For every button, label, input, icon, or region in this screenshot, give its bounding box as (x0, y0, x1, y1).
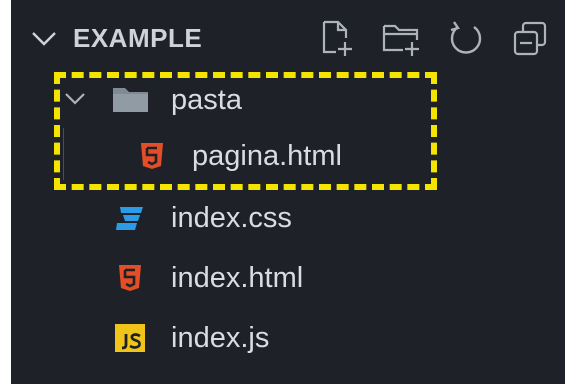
html5-icon (119, 265, 141, 291)
refresh-button[interactable] (446, 18, 486, 58)
new-file-button[interactable] (316, 18, 356, 58)
javascript-icon (115, 324, 145, 352)
chevron-down-icon[interactable] (31, 28, 57, 50)
tree-item-pagina-html[interactable]: pagina.html (11, 128, 565, 184)
new-folder-icon (382, 24, 419, 56)
new-folder-button[interactable] (381, 18, 421, 58)
tree-item-index-css[interactable]: index.css (11, 190, 565, 246)
tree-item-pasta[interactable]: pasta (11, 72, 565, 128)
tree-item-label: index.html (171, 262, 304, 294)
explorer-header[interactable]: EXAMPLE (11, 0, 565, 76)
tree-item-index-html[interactable]: index.html (11, 250, 565, 306)
explorer-title: EXAMPLE (73, 23, 203, 53)
tree-item-label: pasta (171, 84, 242, 116)
tree-item-label: index.js (171, 322, 270, 354)
html5-icon (141, 143, 163, 169)
tree-item-label: pagina.html (192, 140, 342, 172)
css3-icon (116, 207, 143, 230)
collapse-all-button[interactable] (511, 18, 551, 58)
tree-item-label: index.css (171, 202, 292, 234)
new-file-icon (322, 20, 352, 56)
explorer-panel: EXAMPLE pasta pagina.html index.css inde… (11, 0, 565, 384)
collapse-all-icon (513, 21, 547, 56)
chevron-down-icon[interactable] (64, 90, 86, 108)
folder-icon (113, 88, 148, 112)
tree-item-index-js[interactable]: index.js (11, 310, 565, 366)
refresh-icon (450, 21, 482, 54)
